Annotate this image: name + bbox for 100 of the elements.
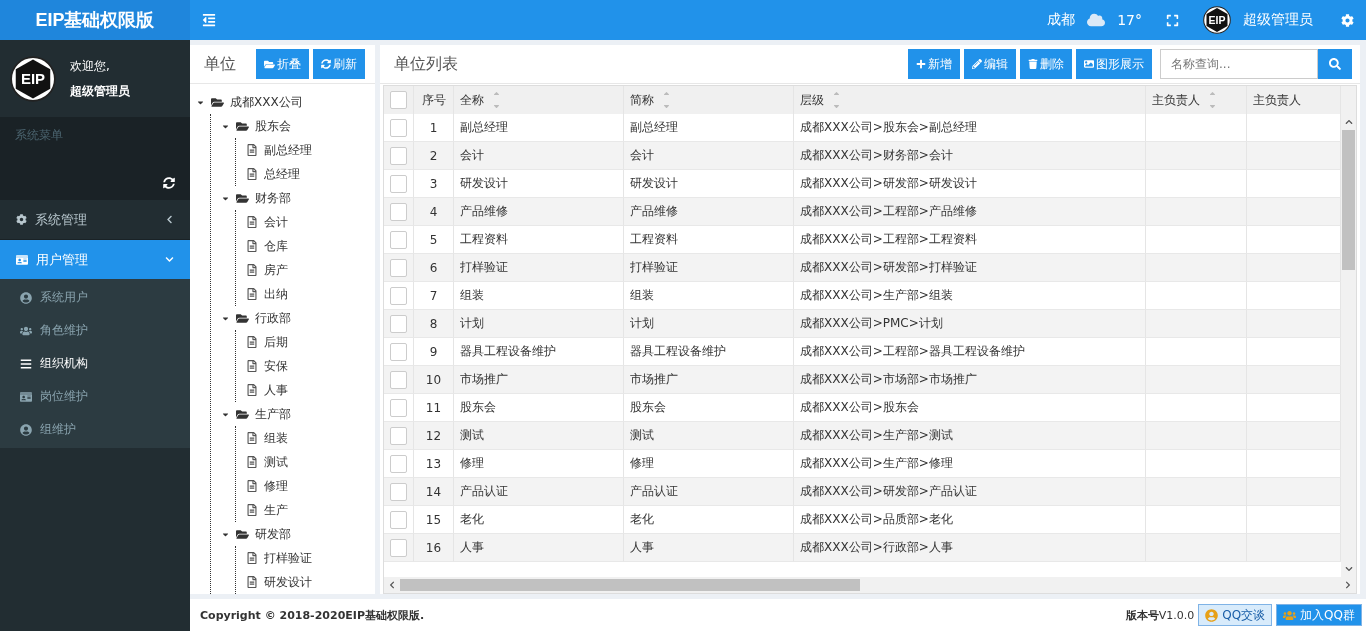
row-checkbox[interactable] [390, 146, 407, 165]
chevron-up-icon[interactable] [1344, 118, 1353, 126]
column-header[interactable]: 全称 [454, 86, 624, 115]
chevron-left-icon [165, 215, 174, 224]
tree-node[interactable]: 股东会 [221, 114, 375, 138]
tree-node[interactable]: 打样验证 [246, 546, 375, 570]
column-header: 主负责人 [1247, 86, 1341, 115]
folder-icon [236, 191, 249, 205]
row-checkbox[interactable] [390, 118, 407, 137]
chevron-down-icon[interactable] [1344, 565, 1353, 573]
tree-node[interactable]: 人事 [246, 378, 375, 402]
submenu-item[interactable]: 组织机构 [0, 347, 190, 380]
table-cell: 研发设计 [454, 170, 624, 198]
gear-icon [16, 214, 27, 225]
tree-node[interactable]: 房产 [246, 258, 375, 282]
file-icon [246, 384, 258, 396]
row-checkbox[interactable] [390, 398, 407, 417]
table-cell: 研发设计 [624, 170, 794, 198]
tree-node[interactable]: 测试 [246, 450, 375, 474]
row-checkbox[interactable] [390, 482, 407, 501]
row-checkbox[interactable] [390, 230, 407, 249]
id-card-icon [20, 390, 32, 403]
folder-icon [236, 311, 249, 325]
tree-node[interactable]: 行政部 [221, 306, 375, 330]
table-cell: 11 [414, 394, 454, 422]
table-cell: 12 [414, 422, 454, 450]
tree-node[interactable]: 后期 [246, 330, 375, 354]
tree-node[interactable]: 出纳 [246, 282, 375, 306]
qq-chat-button[interactable]: QQ交谈 [1198, 604, 1273, 626]
select-all-checkbox[interactable] [390, 91, 407, 109]
submenu-item[interactable]: 角色维护 [0, 314, 190, 347]
menu-icon [20, 357, 32, 370]
row-checkbox[interactable] [390, 454, 407, 473]
table-cell: 成都XXX公司>股东会>副总经理 [794, 114, 1146, 142]
row-checkbox[interactable] [390, 314, 407, 333]
row-checkbox[interactable] [390, 510, 407, 529]
tree-node[interactable]: 仓库 [246, 234, 375, 258]
column-header[interactable]: 简称 [624, 86, 794, 115]
vertical-scrollbar[interactable] [1341, 86, 1356, 577]
refresh-icon[interactable] [163, 177, 175, 189]
settings-icon[interactable] [1341, 13, 1354, 27]
tree-node[interactable]: 组装 [246, 426, 375, 450]
table-cell: 成都XXX公司>研发部>产品认证 [794, 478, 1146, 506]
cloud-icon [1087, 11, 1106, 29]
table-cell: 成都XXX公司>股东会 [794, 394, 1146, 422]
horizontal-scrollbar[interactable] [384, 577, 1356, 593]
folder-icon [236, 119, 249, 133]
row-checkbox[interactable] [390, 342, 407, 361]
chevron-down-icon [165, 255, 174, 264]
table-cell: 成都XXX公司>财务部>会计 [794, 142, 1146, 170]
table-cell: 3 [414, 170, 454, 198]
file-icon [246, 264, 258, 276]
chevron-right-icon[interactable] [1344, 581, 1352, 589]
file-icon [246, 456, 258, 468]
search-button[interactable] [1318, 49, 1352, 79]
tree-node[interactable]: 总经理 [246, 162, 375, 186]
sort-icon [1208, 91, 1217, 109]
tree-node[interactable]: 研发设计 [246, 570, 375, 594]
row-checkbox[interactable] [390, 202, 407, 221]
table-cell: 成都XXX公司>工程部>产品维修 [794, 198, 1146, 226]
row-checkbox[interactable] [390, 286, 407, 305]
row-checkbox[interactable] [390, 370, 407, 389]
tree-node[interactable]: 研发部 [221, 522, 375, 546]
city-label: 成都 [1047, 11, 1076, 29]
file-icon [246, 576, 258, 588]
fullscreen-icon[interactable] [1166, 13, 1179, 27]
submenu-item[interactable]: 系统用户 [0, 281, 190, 314]
tree-node[interactable]: 修理 [246, 474, 375, 498]
table-cell: 会计 [624, 142, 794, 170]
tree-node[interactable]: 生产部 [221, 402, 375, 426]
table-cell: 产品认证 [624, 478, 794, 506]
scroll-thumb[interactable] [1342, 130, 1355, 270]
submenu-item[interactable]: 组维护 [0, 413, 190, 446]
row-checkbox[interactable] [390, 258, 407, 277]
row-checkbox[interactable] [390, 174, 407, 193]
scroll-thumb[interactable] [400, 579, 860, 591]
tree-node[interactable]: 财务部 [221, 186, 375, 210]
column-header[interactable]: 主负责人 [1146, 86, 1247, 115]
image-icon [1084, 59, 1094, 69]
column-header[interactable]: 层级 [794, 86, 1146, 115]
trash-icon [1028, 59, 1038, 69]
sort-icon [662, 91, 671, 109]
tree-node[interactable]: 安保 [246, 354, 375, 378]
row-checkbox[interactable] [390, 426, 407, 445]
file-icon [246, 144, 258, 156]
table-cell: 工程资料 [624, 226, 794, 254]
table-cell: 副总经理 [624, 114, 794, 142]
tree-node[interactable]: 副总经理 [246, 138, 375, 162]
tree-node[interactable]: 生产 [246, 498, 375, 522]
search-field[interactable]: 名称查询... [1160, 49, 1318, 79]
chevron-left-icon[interactable] [388, 581, 396, 589]
search-icon [1329, 58, 1341, 70]
table-cell: 副总经理 [454, 114, 624, 142]
tree-node[interactable]: 成都XXX公司 [196, 90, 375, 114]
file-icon [246, 552, 258, 564]
table-cell: 修理 [624, 450, 794, 478]
submenu-item[interactable]: 岗位维护 [0, 380, 190, 413]
tree-node[interactable]: 会计 [246, 210, 375, 234]
sidebar-toggle-icon[interactable] [202, 13, 216, 27]
row-checkbox[interactable] [390, 538, 407, 557]
